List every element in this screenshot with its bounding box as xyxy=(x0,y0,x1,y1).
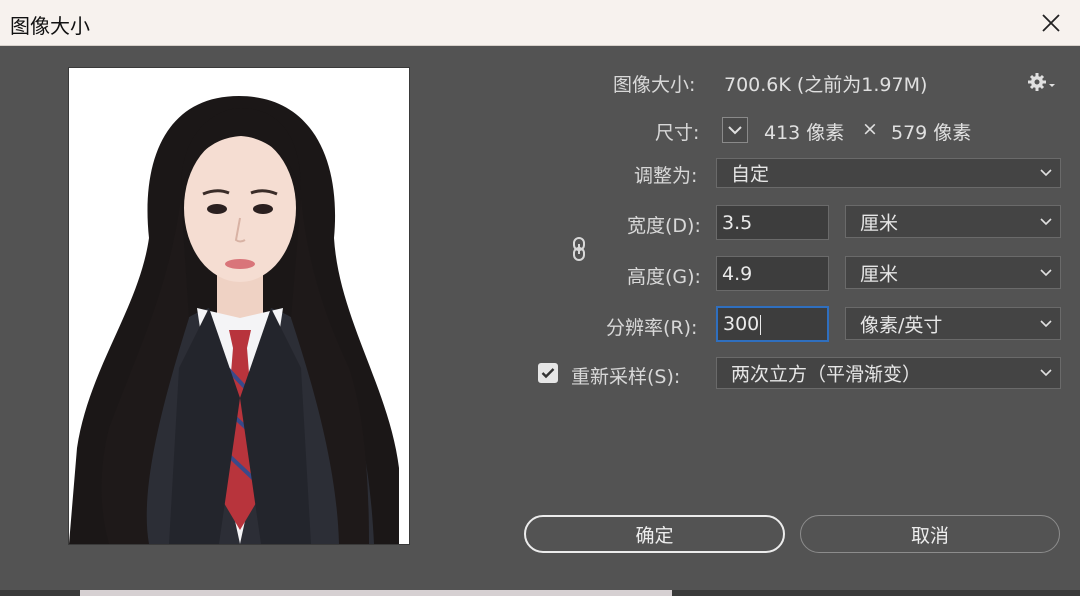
chevron-down-icon xyxy=(1040,319,1052,327)
pixel-height: 579 像素 xyxy=(891,122,972,144)
resample-label: 重新采样(S): xyxy=(571,366,681,388)
width-label: 宽度(D): xyxy=(627,215,701,237)
times-sign: × xyxy=(862,118,878,140)
width-unit-select[interactable]: 厘米 xyxy=(845,205,1061,238)
resample-method-select[interactable]: 两次立方（平滑渐变） xyxy=(716,357,1061,389)
fit-to-value: 自定 xyxy=(731,163,770,186)
width-value: 3.5 xyxy=(722,211,753,234)
dialog-title: 图像大小 xyxy=(10,14,90,38)
background-image-edge xyxy=(80,590,672,596)
dimensions-label: 尺寸: xyxy=(655,122,700,144)
resolution-input[interactable]: 300 xyxy=(716,306,829,342)
height-value: 4.9 xyxy=(722,262,753,285)
close-button[interactable] xyxy=(1028,2,1074,44)
chevron-down-icon xyxy=(728,126,742,135)
fit-to-label: 调整为: xyxy=(634,165,698,187)
chevron-down-icon xyxy=(1040,268,1052,276)
portrait-photo xyxy=(69,68,409,544)
close-icon xyxy=(1042,14,1060,32)
height-input[interactable]: 4.9 xyxy=(716,256,829,291)
height-label: 高度(G): xyxy=(627,266,701,288)
resolution-unit-value: 像素/英寸 xyxy=(860,314,943,336)
resample-method-value: 两次立方（平滑渐变） xyxy=(731,363,922,386)
gear-icon xyxy=(1028,73,1055,91)
chevron-down-icon xyxy=(1040,217,1052,225)
cancel-button[interactable]: 取消 xyxy=(800,515,1060,553)
height-unit-select[interactable]: 厘米 xyxy=(845,256,1061,289)
dimensions-unit-dropdown[interactable] xyxy=(722,117,748,143)
constrain-proportions-toggle[interactable] xyxy=(570,236,588,262)
height-unit-value: 厘米 xyxy=(860,263,899,285)
width-input[interactable]: 3.5 xyxy=(716,205,829,240)
link-icon xyxy=(573,237,585,261)
resolution-unit-select[interactable]: 像素/英寸 xyxy=(845,307,1061,340)
pixel-width: 413 像素 xyxy=(764,122,845,144)
fit-to-select[interactable]: 自定 xyxy=(716,158,1061,188)
chevron-down-icon xyxy=(1040,169,1052,177)
text-caret xyxy=(760,314,762,335)
image-size-value: 700.6K (之前为1.97M) xyxy=(724,74,928,96)
image-preview[interactable] xyxy=(68,67,410,545)
resolution-label: 分辨率(R): xyxy=(606,317,698,339)
width-unit-value: 厘米 xyxy=(860,212,899,234)
chevron-down-icon xyxy=(1040,369,1052,377)
resample-checkbox[interactable] xyxy=(538,363,558,383)
checkmark-icon xyxy=(541,368,555,379)
image-size-label: 图像大小: xyxy=(613,74,696,96)
title-bar: 图像大小 xyxy=(0,0,1080,46)
ok-button[interactable]: 确定 xyxy=(524,515,785,553)
settings-menu-button[interactable] xyxy=(1028,72,1058,92)
resolution-value: 300 xyxy=(723,313,760,335)
background-canvas-strip xyxy=(0,590,1080,596)
